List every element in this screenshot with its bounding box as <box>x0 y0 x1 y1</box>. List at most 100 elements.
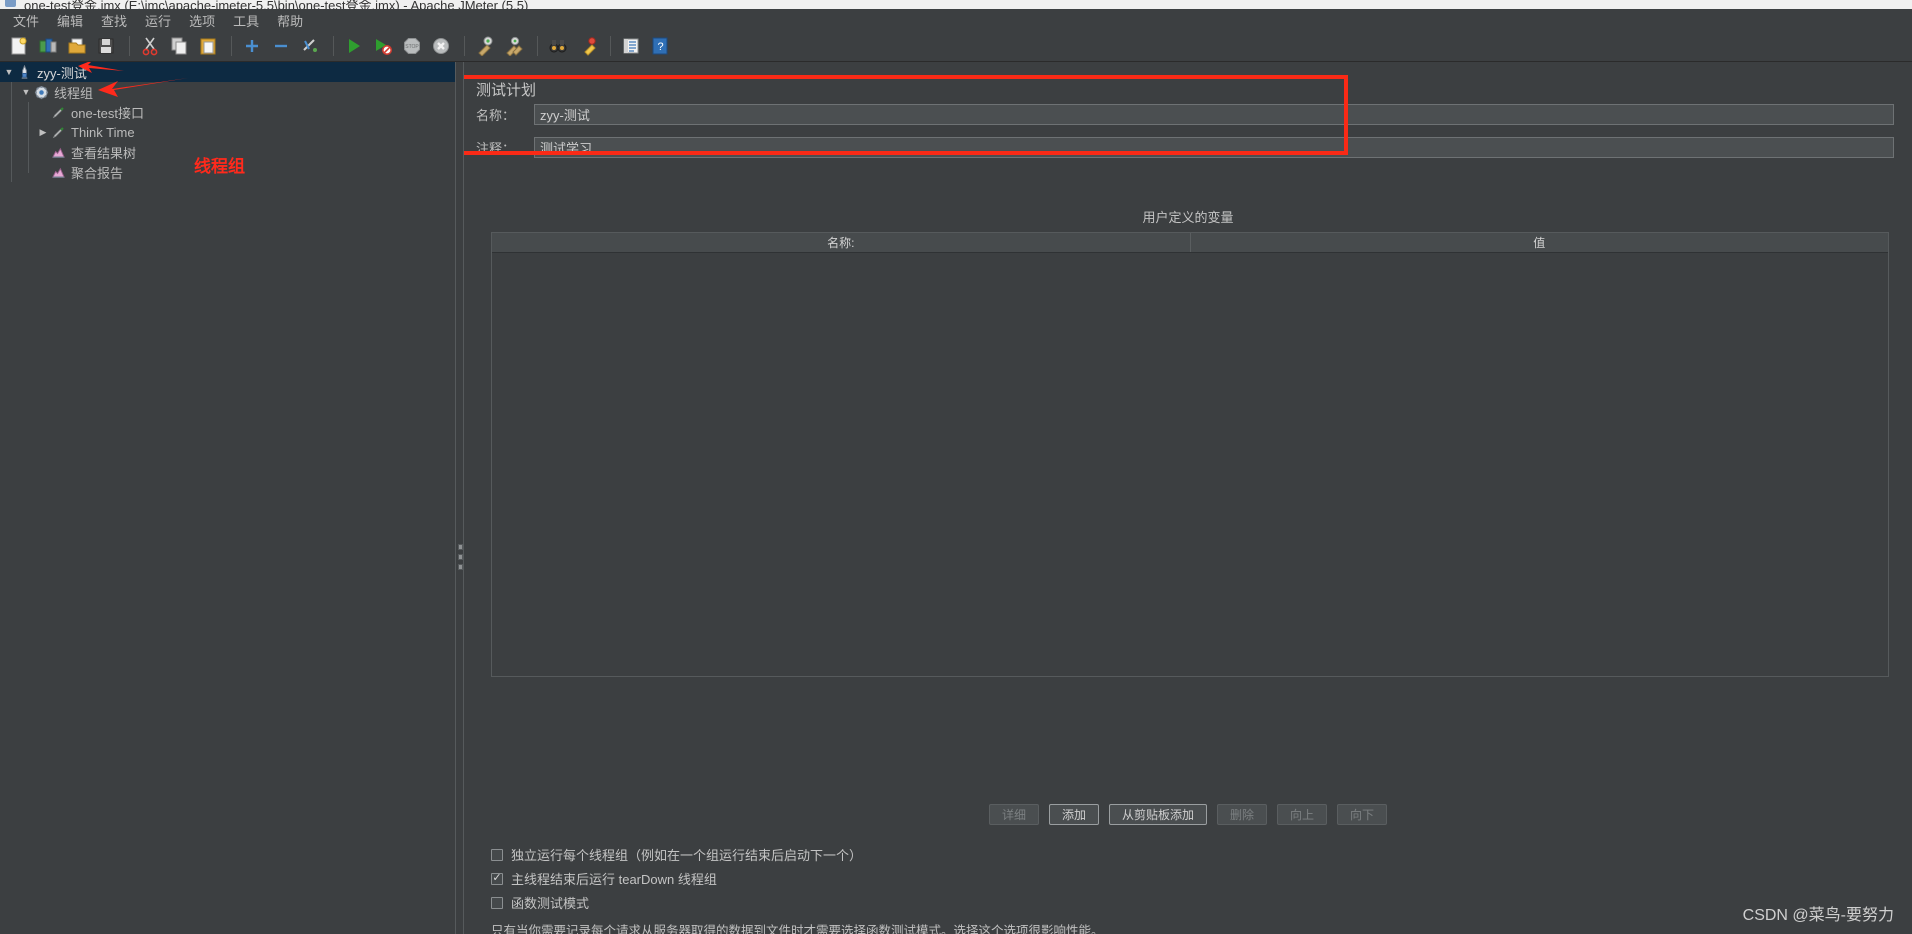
jmeter-icon <box>5 0 16 7</box>
watermark-text: CSDN @菜鸟-要努力 <box>1742 907 1894 924</box>
panel-splitter[interactable] <box>455 62 464 934</box>
tree-node-think-time[interactable]: ▶ Think Time <box>0 122 455 142</box>
start-no-pauses-icon[interactable] <box>370 33 396 59</box>
table-header-row: 名称: 值 <box>492 233 1888 253</box>
toolbar-separator <box>231 36 232 56</box>
svg-text:STOP: STOP <box>405 44 419 50</box>
chevron-right-icon[interactable]: ▶ <box>36 125 50 139</box>
comment-label: 注释： <box>476 141 516 156</box>
page-title: 测试计划 <box>476 82 537 99</box>
tree-guide-line <box>28 142 29 162</box>
toolbar-separator <box>129 36 130 56</box>
tree-guide-line <box>11 162 12 182</box>
listener-icon <box>50 164 67 181</box>
checkbox-label: 独立运行每个线程组（例如在一个组运行结束后启动下一个） <box>511 848 863 863</box>
menubar: 文件 编辑 查找 运行 选项 工具 帮助 <box>0 9 1912 31</box>
menu-tools[interactable]: 工具 <box>224 8 268 33</box>
stop-icon[interactable]: STOP <box>399 33 425 59</box>
tree-node-label: zyy-测试 <box>37 65 87 81</box>
tree-node-test-plan[interactable]: ▼ zyy-测试 <box>0 62 455 82</box>
menu-help[interactable]: 帮助 <box>268 8 312 33</box>
sampler-icon <box>50 124 67 141</box>
name-label: 名称： <box>476 108 516 123</box>
menu-edit[interactable]: 编辑 <box>48 8 92 33</box>
tree-guide-line <box>11 102 12 122</box>
collapse-all-icon[interactable] <box>268 33 294 59</box>
comment-input[interactable] <box>534 137 1894 158</box>
test-plan-tree[interactable]: ▼ zyy-测试 ▼ 线程组 ▶ one-test接口 <box>0 62 455 934</box>
add-from-clipboard-button[interactable]: 从剪贴板添加 <box>1108 804 1207 825</box>
expand-all-icon[interactable] <box>239 33 265 59</box>
checkbox-box[interactable] <box>491 848 503 861</box>
paste-icon[interactable] <box>195 33 221 59</box>
tree-node-thread-group[interactable]: ▼ 线程组 <box>0 82 455 102</box>
name-input[interactable] <box>534 104 1894 125</box>
checkbox-box[interactable] <box>491 872 503 885</box>
chevron-down-icon[interactable]: ▼ <box>19 85 33 99</box>
checkbox-box[interactable] <box>491 896 503 909</box>
tree-node-label: 聚合报告 <box>71 165 124 181</box>
checkbox-label: 主线程结束后运行 tearDown 线程组 <box>511 872 717 887</box>
annotation-thread-group-label: 线程组 <box>194 157 245 176</box>
splitter-grip[interactable] <box>458 544 463 570</box>
sampler-icon <box>50 104 67 121</box>
new-icon[interactable] <box>6 33 32 59</box>
tree-guide-line <box>28 162 29 173</box>
tree-node-label: one-test接口 <box>71 105 144 121</box>
tree-guide-line <box>11 82 12 102</box>
table-header-name: 名称: <box>492 233 1191 252</box>
cut-icon[interactable] <box>137 33 163 59</box>
table-body[interactable] <box>492 253 1888 676</box>
listener-icon <box>50 144 67 161</box>
move-down-button[interactable]: 向下 <box>1337 804 1388 825</box>
delete-button[interactable]: 删除 <box>1217 804 1268 825</box>
help-icon[interactable]: ? <box>647 33 673 59</box>
tree-node-label: Think Time <box>71 124 135 140</box>
test-plan-editor: 测试计划 名称： 注释： 用户定义的变量 名称: 值 详细 添加 从剪贴板添加 <box>464 62 1912 934</box>
checkbox-serialize-thread-groups[interactable]: 独立运行每个线程组（例如在一个组运行结束后启动下一个） <box>491 845 862 864</box>
name-field-row: 名称： <box>476 104 1906 125</box>
checkbox-label: 函数测试模式 <box>511 896 590 911</box>
test-plan-icon <box>16 64 33 81</box>
menu-search[interactable]: 查找 <box>92 8 136 33</box>
search-icon[interactable] <box>545 33 571 59</box>
toolbar-separator <box>537 36 538 56</box>
tree-guide-line <box>28 102 29 122</box>
tree-guide-line <box>28 122 29 142</box>
templates-icon[interactable] <box>35 33 61 59</box>
open-icon[interactable] <box>64 33 90 59</box>
comment-field-row: 注释： <box>476 137 1906 158</box>
chevron-down-icon[interactable]: ▼ <box>2 65 16 79</box>
shutdown-icon[interactable] <box>428 33 454 59</box>
toolbar: STOP ? <box>0 31 1912 62</box>
table-header-value: 值 <box>1533 236 1546 250</box>
user-defined-variables-table[interactable]: 名称: 值 <box>491 232 1889 677</box>
tree-node-one-test-sampler[interactable]: ▶ one-test接口 <box>0 102 455 122</box>
toggle-icon[interactable] <box>297 33 323 59</box>
start-icon[interactable] <box>341 33 367 59</box>
menu-options[interactable]: 选项 <box>180 8 224 33</box>
toolbar-separator <box>464 36 465 56</box>
move-up-button[interactable]: 向上 <box>1277 804 1328 825</box>
checkbox-teardown-on-shutdown[interactable]: 主线程结束后运行 tearDown 线程组 <box>491 869 717 888</box>
tree-node-label: 查看结果树 <box>71 145 137 161</box>
clear-all-icon[interactable] <box>501 33 527 59</box>
tree-guide-line <box>11 122 12 142</box>
clear-icon[interactable] <box>472 33 498 59</box>
function-helper-icon[interactable] <box>618 33 644 59</box>
detail-button[interactable]: 详细 <box>988 804 1039 825</box>
tree-node-label: 线程组 <box>54 85 94 101</box>
svg-text:?: ? <box>657 41 663 53</box>
add-button[interactable]: 添加 <box>1048 804 1099 825</box>
jmeter-window: one-test登金.jmx (E:\jmc\apache-jmeter-5.5… <box>0 0 1912 934</box>
menu-file[interactable]: 文件 <box>4 8 48 33</box>
copy-icon[interactable] <box>166 33 192 59</box>
menu-run[interactable]: 运行 <box>136 8 180 33</box>
toolbar-separator <box>610 36 611 56</box>
reset-search-icon[interactable] <box>574 33 600 59</box>
thread-group-icon <box>33 84 50 101</box>
variables-button-row: 详细 添加 从剪贴板添加 删除 向上 向下 <box>464 804 1912 825</box>
save-icon[interactable] <box>93 33 119 59</box>
tree-guide-line <box>11 142 12 162</box>
checkbox-functional-test-mode[interactable]: 函数测试模式 <box>491 893 589 912</box>
